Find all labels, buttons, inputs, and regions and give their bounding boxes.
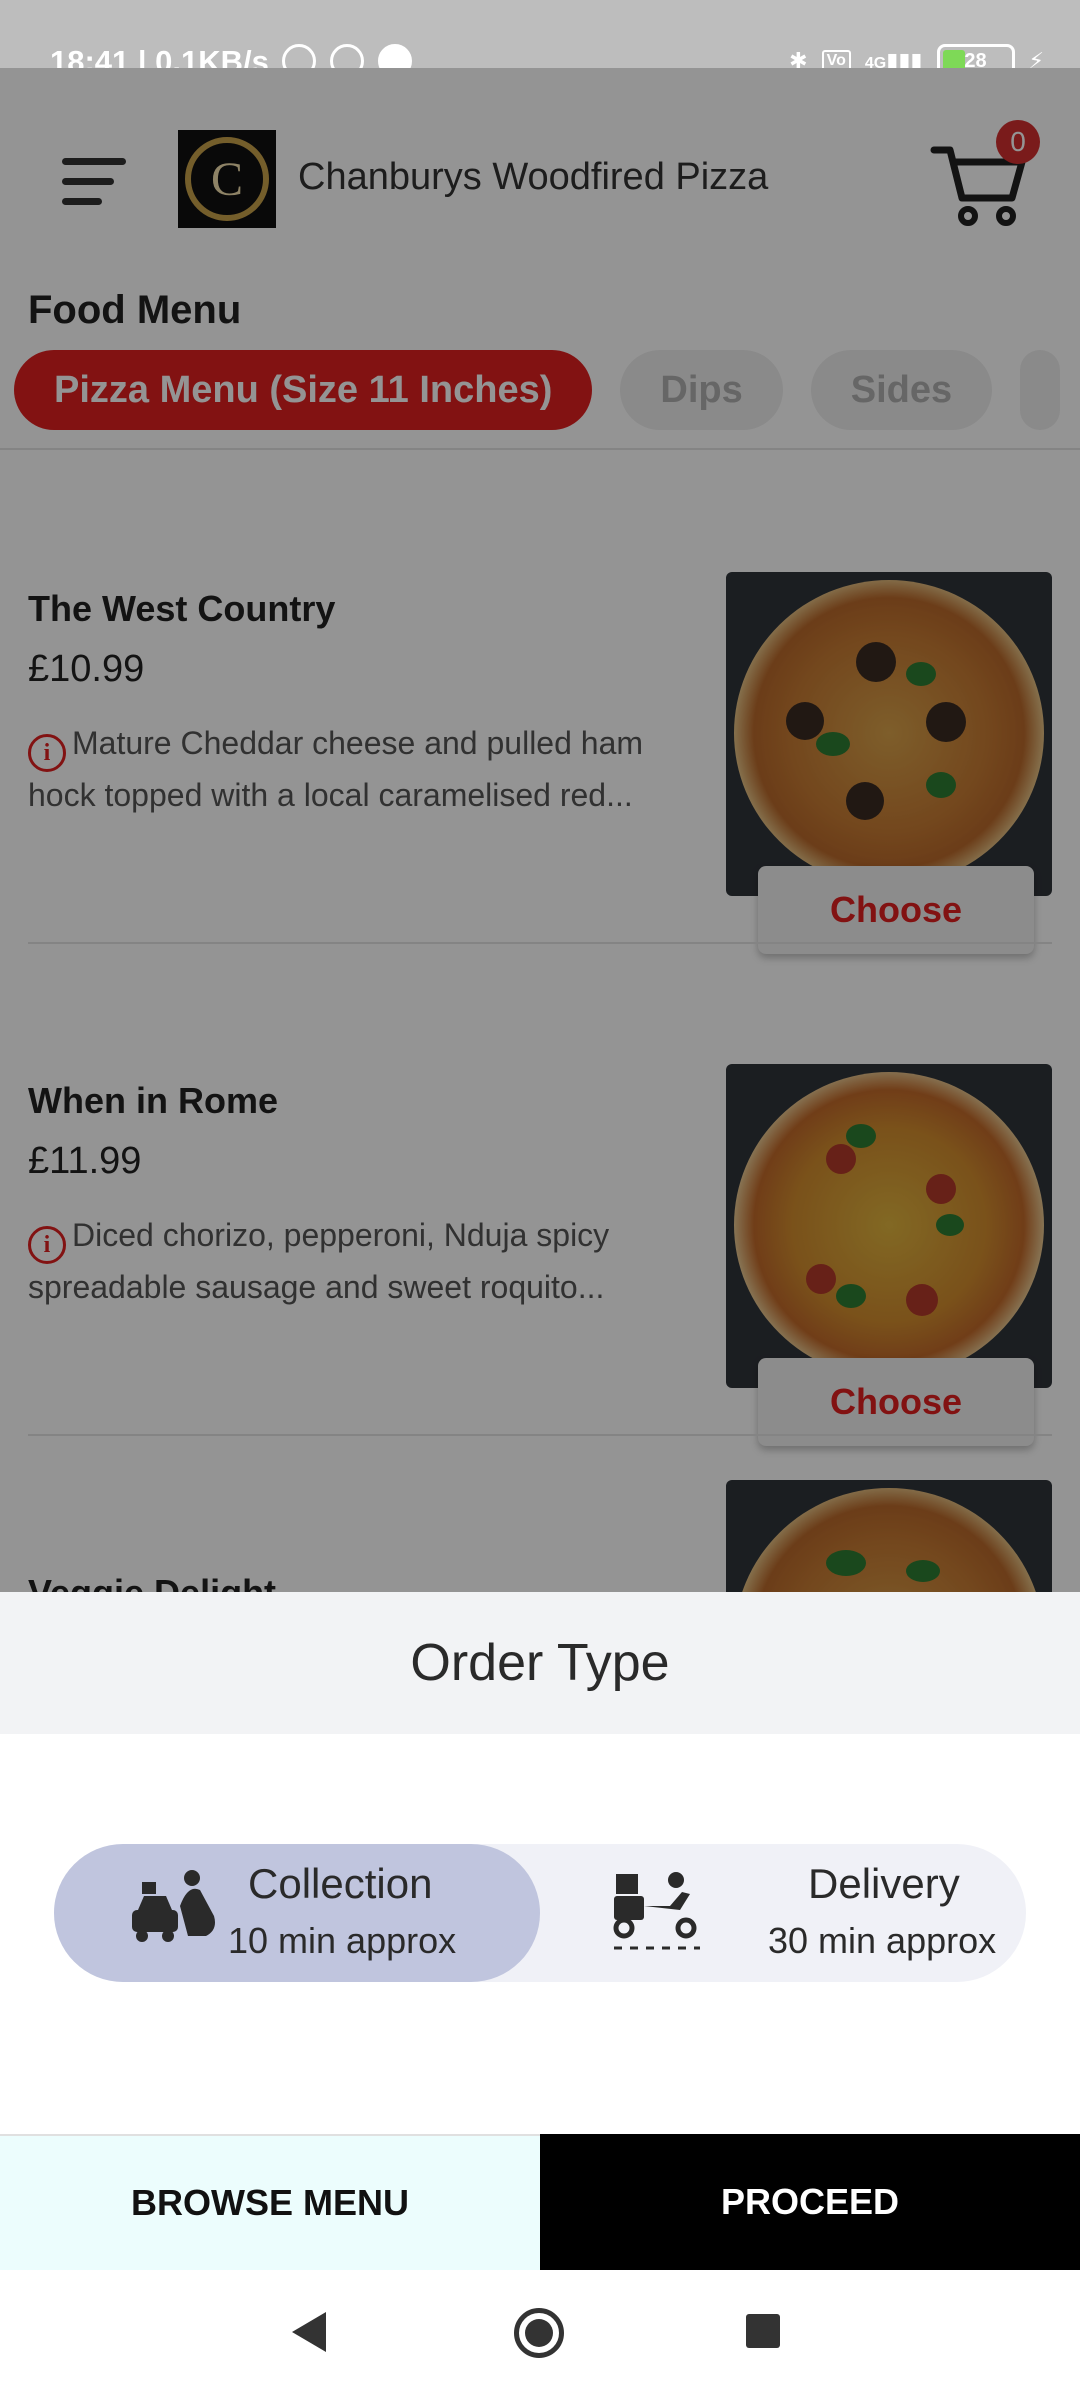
collection-option[interactable]: Collection 10 min approx (54, 1844, 540, 1982)
order-type-sheet: Order Type Collection 10 min approx Deli… (0, 1592, 1080, 2270)
status-bar: 18:41 | 0.1KB/s ✱ Vo 4G▮▮▮ 28 ⚡ (0, 0, 1080, 79)
option-label: Collection (248, 1860, 433, 1907)
browse-menu-button[interactable]: BROWSE MENU (0, 2134, 540, 2270)
home-icon[interactable] (514, 2308, 564, 2358)
delivery-option[interactable]: Delivery 30 min approx (540, 1844, 1026, 1982)
car-collection-icon (132, 1870, 215, 1942)
option-label: Delivery (808, 1860, 960, 1907)
system-nav-bar (0, 2270, 1080, 2400)
sheet-title: Order Type (410, 1634, 670, 1692)
proceed-button[interactable]: PROCEED (540, 2134, 1080, 2270)
option-time: 30 min approx (768, 1920, 997, 1961)
back-icon[interactable] (292, 2312, 326, 2352)
recent-apps-icon[interactable] (746, 2314, 780, 2348)
order-type-toggle: Collection 10 min approx Delivery 30 min… (54, 1844, 1026, 1982)
sheet-header: Order Type (0, 1592, 1080, 1734)
option-time: 10 min approx (228, 1920, 457, 1961)
scooter-delivery-icon (613, 1872, 700, 1950)
modal-scrim[interactable] (0, 68, 1080, 1592)
